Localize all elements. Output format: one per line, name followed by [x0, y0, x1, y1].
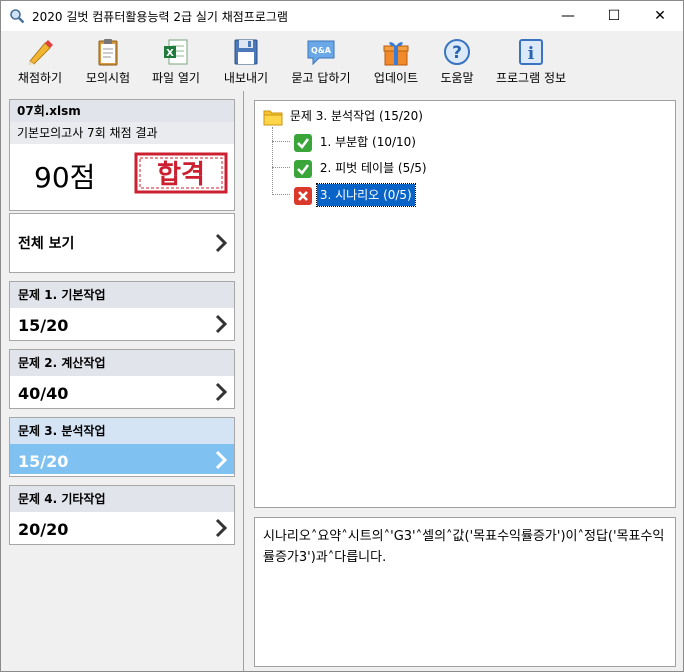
toolbar-label: 파일 열기 — [152, 71, 200, 85]
result-subtitle: 기본모의고사 7회 채점 결과 — [10, 122, 234, 144]
info-icon: i — [519, 39, 543, 65]
view-all-label: 전체 보기 — [18, 236, 75, 252]
toolbar-label: 묻고 답하기 — [291, 71, 351, 85]
question-title: 문제 1. 기본작업 — [10, 282, 234, 308]
toolbar-label: 채점하기 — [17, 71, 63, 85]
svg-text:i: i — [528, 44, 535, 64]
program-info-button[interactable]: i 프로그램 정보 — [487, 35, 575, 87]
pass-stamp: 합격 — [134, 152, 228, 194]
chevron-right-icon — [215, 450, 228, 470]
total-score: 90점 — [34, 161, 96, 194]
toolbar-label: 프로그램 정보 — [495, 71, 567, 85]
tree-connector — [272, 194, 290, 195]
tree-item-label: 1. 부분합 (10/10) — [319, 135, 416, 149]
svg-text:X: X — [166, 48, 174, 59]
help-icon: ? — [444, 39, 470, 65]
result-card: 07회.xlsm 기본모의고사 7회 채점 결과 90점 합격 — [9, 99, 235, 211]
tree-item-label: 3. 시나리오 (0/5) — [315, 183, 416, 207]
qa-button[interactable]: Q&A 묻고 답하기 — [281, 35, 361, 87]
question-title: 문제 2. 계산작업 — [10, 350, 234, 376]
qa-bubble-icon: Q&A — [307, 40, 335, 66]
svg-text:Q&A: Q&A — [311, 46, 332, 55]
maximize-button[interactable]: ☐ — [591, 1, 637, 31]
export-button[interactable]: 내보내기 — [215, 35, 277, 87]
check-icon — [294, 159, 312, 178]
toolbar-label: 업데이트 — [373, 71, 419, 85]
question-title: 문제 3. 분석작업 — [10, 418, 234, 444]
close-button[interactable]: ✕ — [637, 1, 683, 31]
sidebar: 07회.xlsm 기본모의고사 7회 채점 결과 90점 합격 전체 보기 문제… — [1, 91, 244, 671]
check-icon — [294, 133, 312, 152]
tree-connector — [272, 141, 290, 142]
window-title: 2020 길벗 컴퓨터활용능력 2급 실기 채점프로그램 — [32, 10, 288, 24]
tree-root[interactable]: 문제 3. 분석작업 (15/20) — [263, 105, 426, 127]
question-3-button[interactable]: 문제 3. 분석작업 15/20 — [9, 417, 235, 477]
excel-file-icon: X — [164, 39, 188, 65]
toolbar-label: 모의시험 — [85, 71, 131, 85]
magnifier-app-icon — [10, 9, 25, 24]
tree-connector — [272, 167, 290, 168]
title-bar: 2020 길벗 컴퓨터활용능력 2급 실기 채점프로그램 — ☐ ✕ — [1, 1, 683, 31]
tree-item[interactable]: 1. 부분합 (10/10) — [293, 131, 419, 153]
tree-item-label: 2. 피벗 테이블 (5/5) — [319, 161, 427, 175]
question-score: 15/20 — [18, 316, 69, 335]
minimize-button[interactable]: — — [545, 1, 591, 31]
question-2-button[interactable]: 문제 2. 계산작업 40/40 — [9, 349, 235, 409]
chevron-right-icon — [215, 233, 228, 253]
question-1-button[interactable]: 문제 1. 기본작업 15/20 — [9, 281, 235, 341]
mock-exam-button[interactable]: 모의시험 — [77, 35, 139, 87]
chevron-right-icon — [215, 314, 228, 334]
result-file-name: 07회.xlsm — [10, 100, 234, 122]
result-tree[interactable]: 문제 3. 분석작업 (15/20) 1. 부분합 (10/10) 2. 피벗 … — [254, 100, 676, 508]
app-window: 2020 길벗 컴퓨터활용능력 2급 실기 채점프로그램 — ☐ ✕ 채점하기 — [0, 0, 684, 672]
detail-message-box[interactable]: 시나리오˄요약˄시트의˄'G3'˄셀의˄값('목표수익률증가')이˄정답('목표… — [254, 517, 676, 667]
toolbar-label: 내보내기 — [223, 71, 269, 85]
detail-message: 시나리오˄요약˄시트의˄'G3'˄셀의˄값('목표수익률증가')이˄정답('목표… — [263, 529, 665, 565]
question-4-button[interactable]: 문제 4. 기타작업 20/20 — [9, 485, 235, 545]
help-button[interactable]: ? 도움말 — [431, 35, 483, 87]
view-all-button[interactable]: 전체 보기 — [9, 213, 235, 273]
chevron-right-icon — [215, 518, 228, 538]
folder-icon — [263, 110, 283, 125]
tree-root-label: 문제 3. 분석작업 (15/20) — [289, 109, 423, 123]
toolbar: 채점하기 모의시험 X 파일 열기 내보내기 Q&A 묻고 답하기 업데이트 ?… — [1, 31, 683, 89]
tree-item-selected[interactable]: 3. 시나리오 (0/5) — [293, 183, 416, 207]
grade-button[interactable]: 채점하기 — [9, 35, 71, 87]
gift-box-icon — [383, 42, 409, 66]
error-icon — [294, 186, 312, 205]
update-button[interactable]: 업데이트 — [365, 35, 427, 87]
toolbar-label: 도움말 — [440, 71, 474, 85]
question-score: 15/20 — [18, 452, 69, 471]
floppy-disk-icon — [234, 39, 258, 65]
svg-text:?: ? — [452, 43, 462, 63]
clipboard-icon — [98, 39, 118, 66]
chevron-right-icon — [215, 382, 228, 402]
tree-connector — [272, 127, 273, 195]
question-score: 40/40 — [18, 384, 69, 403]
pencil-icon — [29, 40, 53, 65]
stamp-text: 합격 — [157, 160, 205, 190]
open-file-button[interactable]: X 파일 열기 — [143, 35, 209, 87]
question-score: 20/20 — [18, 520, 69, 539]
question-title: 문제 4. 기타작업 — [10, 486, 234, 512]
tree-item[interactable]: 2. 피벗 테이블 (5/5) — [293, 157, 430, 179]
